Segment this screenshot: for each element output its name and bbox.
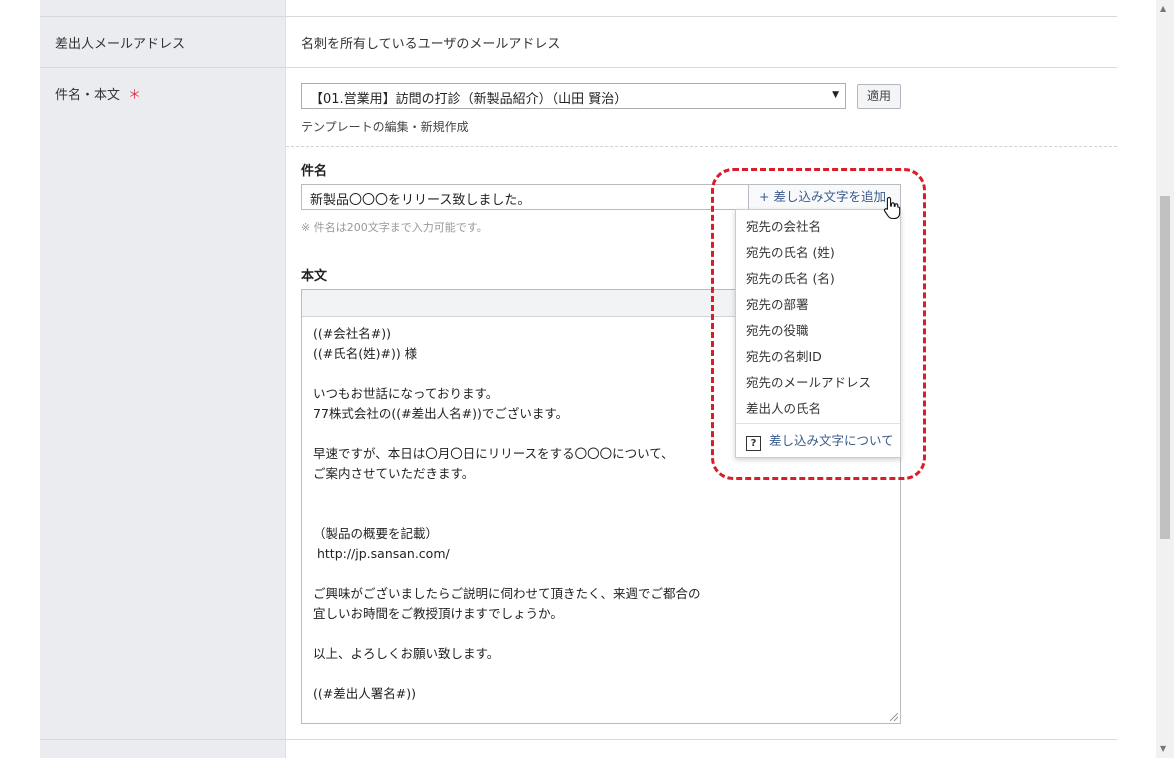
row-divider (40, 16, 1117, 17)
sender-email-label: 差出人メールアドレス (55, 37, 186, 52)
scroll-up-icon[interactable]: ▲ (1160, 4, 1166, 13)
resize-handle-icon[interactable] (890, 713, 898, 721)
page-margin (0, 0, 40, 758)
subject-note: ※ 件名は200文字まで入力可能です。 (301, 221, 488, 234)
template-select-value: 【01.営業用】訪問の打診（新製品紹介）（山田 賢治） (310, 92, 628, 107)
hand-cursor-icon (883, 196, 901, 220)
subject-input-value: 新製品〇〇〇をリリース致しました。 (310, 193, 531, 208)
label-cell-subject-body (40, 68, 285, 739)
required-mark: ＊ (128, 88, 142, 103)
section-divider (286, 146, 1117, 147)
row-divider (40, 739, 1117, 740)
body-text: ((#会社名#)) ((#氏名(姓)#)) 様 いつもお世話になっております。 … (313, 326, 701, 701)
subject-label: 件名 (301, 164, 328, 179)
apply-button[interactable]: 適用 (857, 84, 901, 109)
subject-body-label-text: 件名・本文 (55, 88, 121, 103)
label-cell-top (40, 0, 285, 16)
scroll-thumb[interactable] (1160, 196, 1170, 539)
label-cell-bottom (40, 740, 285, 758)
sender-email-value: 名刺を所有しているユーザのメールアドレス (301, 37, 561, 52)
subject-body-label: 件名・本文 ＊ (55, 84, 141, 103)
subject-input[interactable]: 新製品〇〇〇をリリース致しました。 (301, 184, 749, 210)
row-divider (40, 67, 1117, 68)
template-edit-link[interactable]: テンプレートの編集・新規作成 (301, 118, 469, 135)
caret-down-icon: ▼ (832, 90, 839, 100)
body-label: 本文 (301, 269, 328, 284)
template-select[interactable]: 【01.営業用】訪問の打診（新製品紹介）（山田 賢治） ▼ (301, 83, 846, 109)
scroll-down-icon[interactable]: ▼ (1160, 744, 1166, 753)
page-scrollbar[interactable]: ▲ ▼ (1156, 0, 1174, 758)
